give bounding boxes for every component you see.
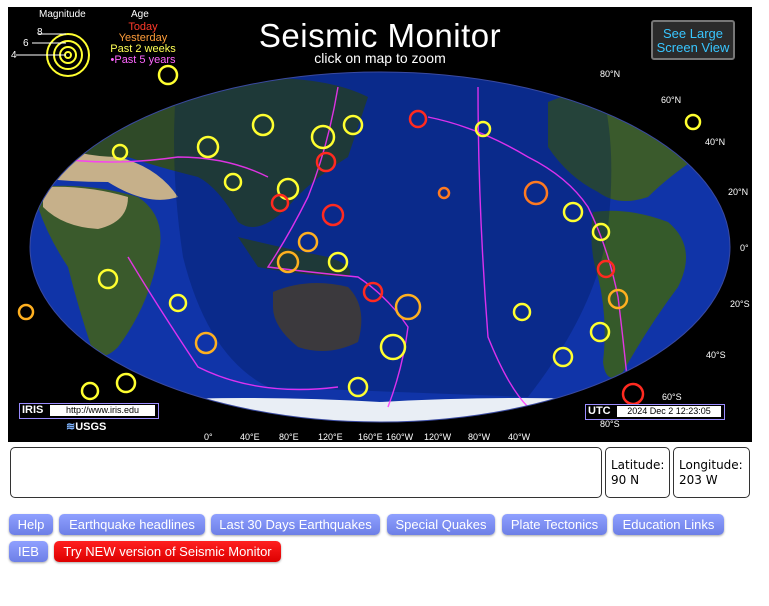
lon-label-160w: 160°W <box>386 432 414 442</box>
latitude-readout: Latitude: 90 N <box>605 447 670 498</box>
lon-label-120w: 120°W <box>424 432 452 442</box>
lon-label-0: 0° <box>204 432 213 442</box>
usgs-wave-icon: ≋ <box>66 421 76 433</box>
utc-time: 2024 Dec 2 12:23:05 <box>617 406 721 417</box>
lon-label-40e: 40°E <box>240 432 260 442</box>
info-box <box>10 447 602 498</box>
lon-label-120e: 120°E <box>318 432 343 442</box>
utc-clock: UTC 2024 Dec 2 12:23:05 <box>585 404 725 420</box>
earthquake-headlines-button[interactable]: Earthquake headlines <box>59 514 205 535</box>
world-map-graphic[interactable] <box>8 7 752 442</box>
latitude-value: 90 N <box>611 473 640 487</box>
lat-label-60n: 60°N <box>661 95 682 105</box>
lat-label-60s: 60°S <box>662 392 682 402</box>
iris-label: IRIS <box>22 404 44 416</box>
lat-label-80n: 80°N <box>600 69 621 79</box>
lon-label-80w: 80°W <box>468 432 491 442</box>
try-new-version-button[interactable]: Try NEW version of Seismic Monitor <box>54 541 281 562</box>
large-view-line2: Screen View <box>656 40 730 55</box>
large-screen-view-button[interactable]: See Large Screen View <box>651 20 735 60</box>
lon-label-160e: 160°E <box>358 432 383 442</box>
utc-label: UTC <box>588 405 611 417</box>
page-subtitle: click on map to zoom <box>314 50 446 66</box>
latitude-label: Latitude: <box>611 458 665 472</box>
lat-label-20n: 20°N <box>728 187 749 197</box>
longitude-label: Longitude: <box>679 458 743 472</box>
lat-label-0: 0° <box>740 243 749 253</box>
lat-label-80s: 80°S <box>600 419 620 429</box>
education-links-button[interactable]: Education Links <box>613 514 724 535</box>
help-button[interactable]: Help <box>9 514 53 535</box>
lon-label-80e: 80°E <box>279 432 299 442</box>
lat-label-20s: 20°S <box>730 299 750 309</box>
seismic-map[interactable]: Magnitude Age 8 6 4 Today Yesterday Past… <box>8 7 752 442</box>
lon-label-40w: 40°W <box>508 432 531 442</box>
last-30-days-button[interactable]: Last 30 Days Earthquakes <box>211 514 380 535</box>
plate-tectonics-button[interactable]: Plate Tectonics <box>502 514 607 535</box>
special-quakes-button[interactable]: Special Quakes <box>387 514 495 535</box>
longitude-readout: Longitude: 203 W <box>673 447 750 498</box>
large-view-line1: See Large <box>663 26 723 41</box>
lat-label-40s: 40°S <box>706 350 726 360</box>
usgs-logo[interactable]: ≋USGS <box>66 420 106 433</box>
iris-link[interactable]: IRIS http://www.iris.edu <box>19 403 159 419</box>
lat-label-40n: 40°N <box>705 137 726 147</box>
iris-url: http://www.iris.edu <box>50 405 155 416</box>
longitude-value: 203 W <box>679 473 718 487</box>
ieb-button[interactable]: IEB <box>9 541 48 562</box>
